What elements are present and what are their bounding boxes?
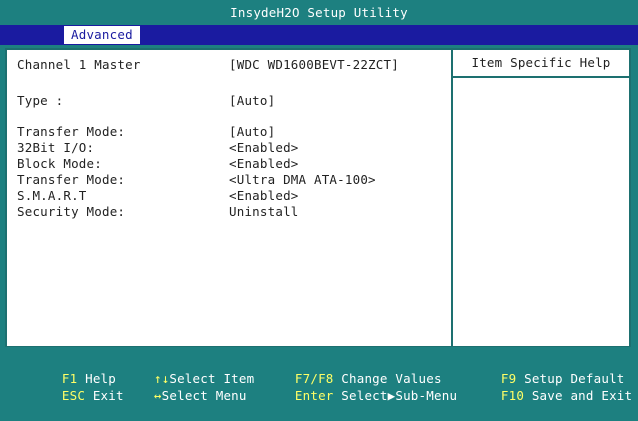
footer-setup-default: F9 Setup Default	[470, 353, 625, 386]
app-title: InsydeH2O Setup Utility	[0, 0, 638, 25]
setting-value[interactable]: <Enabled>	[229, 188, 299, 204]
tab-advanced[interactable]: Advanced	[64, 26, 140, 44]
setting-value[interactable]: Uninstall	[229, 204, 299, 220]
setting-label: Block Mode:	[17, 156, 102, 171]
setting-value[interactable]: <Enabled>	[229, 156, 299, 172]
setting-label: S.M.A.R.T	[17, 188, 87, 203]
hotkey: Enter	[294, 388, 334, 403]
settings-panel: Item Specific Help Channel 1 Master [WDC…	[5, 48, 631, 348]
footer-select-submenu: Enter Select▶Sub-Menu	[264, 370, 457, 403]
footer-change-values: F7/F8 Change Values	[264, 353, 442, 386]
footer-exit: ESC Exit	[31, 370, 124, 403]
hotkey: ESC	[61, 388, 86, 403]
hotkey: F10	[500, 388, 525, 403]
setting-value[interactable]: [Auto]	[229, 124, 275, 140]
setting-label: 32Bit I/O:	[17, 140, 95, 155]
footer-help: F1 Help	[31, 353, 116, 386]
footer-save-exit: F10 Save and Exit	[470, 370, 632, 403]
hotkey-text: Exit	[92, 388, 124, 403]
footer-select-item: ↑↓Select Item	[123, 353, 254, 386]
setting-label: Security Mode:	[17, 204, 126, 219]
hotkey-text: Select Menu	[161, 388, 247, 403]
setting-value[interactable]: <Ultra DMA ATA-100>	[229, 172, 376, 188]
setting-value[interactable]: [WDC WD1600BEVT-22ZCT]	[229, 57, 399, 73]
hotkey-text: Select▶Sub-Menu	[341, 388, 458, 403]
setting-label: Channel 1 Master	[17, 57, 141, 72]
setting-label: Transfer Mode:	[17, 124, 126, 139]
menu-bar: Advanced	[0, 25, 638, 45]
setting-value[interactable]: [Auto]	[229, 93, 275, 109]
setting-label: Type :	[17, 93, 64, 108]
help-separator	[453, 76, 629, 78]
footer-select-menu: ↔Select Menu	[123, 370, 247, 403]
setting-value[interactable]: <Enabled>	[229, 140, 299, 156]
arrow-left-right-icon: ↔	[153, 388, 162, 403]
hotkey-text: Save and Exit	[531, 388, 633, 403]
help-title: Item Specific Help	[471, 55, 611, 70]
panel-divider	[451, 50, 453, 346]
footer-key-legend: F1 Help ↑↓Select Item F7/F8 Change Value…	[0, 347, 638, 403]
setting-label: Transfer Mode:	[17, 172, 126, 187]
